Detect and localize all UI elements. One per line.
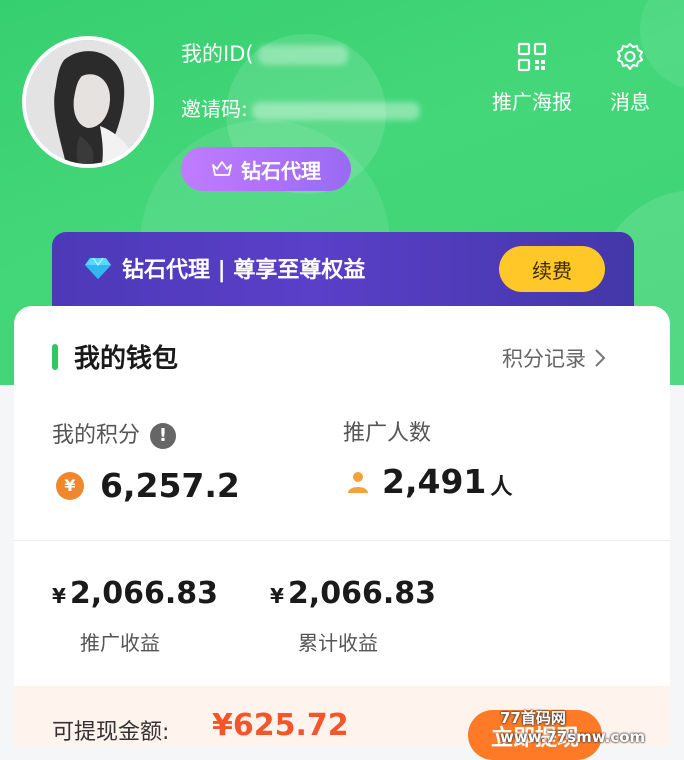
level-badge-label: 钻石代理	[241, 158, 321, 183]
withdrawable-label: 可提现金额:	[52, 720, 170, 745]
user-id-masked	[257, 45, 348, 65]
qr-code-icon	[517, 42, 547, 72]
chevron-right-icon	[595, 349, 606, 367]
points-record-label: 积分记录	[502, 347, 586, 371]
person-icon	[348, 471, 368, 493]
renew-button[interactable]: 续费	[499, 246, 605, 292]
currency-symbol: ¥	[270, 584, 284, 608]
diamond-icon	[85, 257, 111, 279]
message-button[interactable]: 消息	[610, 42, 650, 115]
points-record-link[interactable]: 积分记录	[502, 343, 606, 373]
currency-symbol: ¥	[52, 584, 66, 608]
points-value-text: 6,257.2	[100, 466, 240, 505]
total-income-label: 累计收益	[298, 631, 378, 655]
user-id-label: 我的ID(	[181, 42, 254, 66]
divider	[14, 540, 670, 541]
level-badge[interactable]: 钻石代理	[181, 147, 351, 191]
yen-coin-icon: ¥	[56, 471, 84, 500]
invite-code-label: 邀请码:	[181, 97, 248, 121]
total-income-value: ¥ 2,066.83	[270, 576, 436, 611]
withdrawable-amount: ¥625.72	[212, 708, 349, 743]
invite-code-masked	[251, 101, 420, 120]
avatar[interactable]	[22, 36, 154, 168]
wallet-title: 我的钱包	[52, 338, 178, 375]
referrals-label: 推广人数	[343, 415, 431, 447]
promo-income-value: ¥ 2,066.83	[52, 576, 218, 611]
renew-button-label: 续费	[532, 258, 572, 283]
user-id: 我的ID(	[181, 38, 348, 68]
gear-icon	[617, 43, 643, 70]
avatar-photo	[26, 40, 150, 164]
referrals-label-text: 推广人数	[343, 421, 432, 446]
title-accent-bar	[52, 343, 58, 370]
vip-title-text: 钻石代理 | 尊享至尊权益	[122, 258, 366, 283]
referrals-unit: 人	[490, 474, 513, 500]
referrals-value-text: 2,491	[382, 462, 487, 501]
invite-code: 邀请码:	[181, 93, 420, 122]
crown-icon	[212, 161, 232, 176]
vip-title: 钻石代理 | 尊享至尊权益	[84, 252, 365, 284]
promo-income-amount: 2,066.83	[69, 576, 218, 611]
info-icon[interactable]: !	[150, 423, 177, 449]
points-label: 我的积分!	[52, 417, 177, 449]
referrals-value: 2,491 人	[346, 462, 512, 501]
wallet-title-text: 我的钱包	[74, 344, 179, 374]
message-label: 消息	[610, 90, 650, 114]
poster-label: 推广海报	[492, 90, 572, 114]
poster-button[interactable]: 推广海报	[492, 42, 572, 115]
points-label-text: 我的积分	[52, 423, 141, 448]
total-income-amount: 2,066.83	[287, 576, 436, 611]
watermark: 77首码网 www.77smw.com	[500, 709, 646, 746]
points-value: ¥ 6,257.2	[56, 466, 240, 505]
promo-income-label: 推广收益	[80, 631, 160, 655]
